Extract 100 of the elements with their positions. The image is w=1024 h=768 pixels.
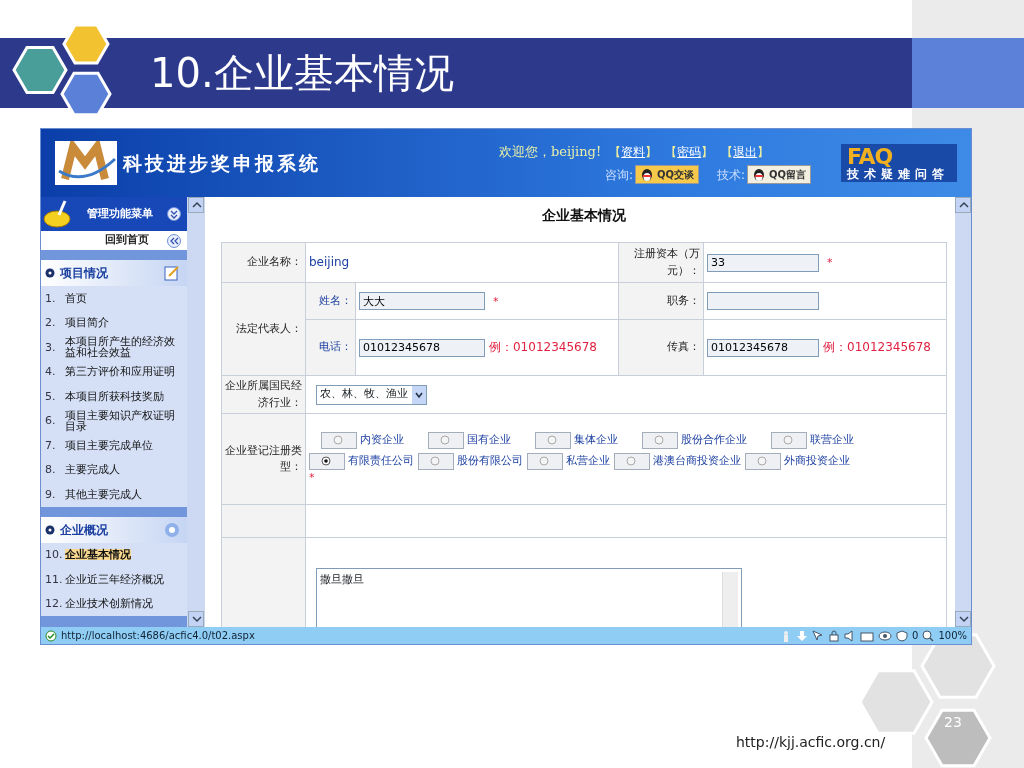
window-icon[interactable] xyxy=(860,629,875,642)
scrollbar[interactable] xyxy=(722,572,738,627)
item-number: 6. xyxy=(45,415,57,427)
header-link[interactable]: 【退出】 xyxy=(721,142,770,161)
item-number: 1. xyxy=(45,292,57,304)
field-label: 职务： xyxy=(667,293,700,307)
field-label: 法定代表人： xyxy=(236,321,302,335)
text-field[interactable]: 01012345678 xyxy=(707,338,819,357)
radio-label: 外商投资企业 xyxy=(784,453,850,469)
scrollbar[interactable] xyxy=(187,197,205,627)
field-label: 企业所属国民经济行业： xyxy=(225,379,302,409)
item-number: 5. xyxy=(45,390,57,402)
radio-button[interactable] xyxy=(440,435,450,446)
radio-button[interactable] xyxy=(321,456,331,467)
shield-icon[interactable] xyxy=(896,629,909,642)
bullet-icon xyxy=(45,268,55,278)
menu-item[interactable]: 企业近三年经济概况 xyxy=(65,573,164,585)
item-number: 7. xyxy=(45,439,57,451)
example-text: 例：01012345678 xyxy=(489,340,597,355)
radio-button[interactable] xyxy=(626,456,636,467)
item-number: 2. xyxy=(45,317,57,329)
slide-number: 23 xyxy=(943,713,963,732)
header-link[interactable]: 【密码】 xyxy=(665,142,714,161)
text-field[interactable]: 01012345678 xyxy=(359,338,485,357)
radio-button[interactable] xyxy=(783,435,793,446)
field-label: 传真： xyxy=(667,340,700,354)
hat-icon xyxy=(43,199,73,229)
text-field[interactable] xyxy=(707,292,819,310)
logo-icon xyxy=(55,141,117,185)
qq-message-button[interactable]: QQ留言 xyxy=(747,165,811,185)
status-url: http://localhost:4686/acfic4.0/t02.aspx xyxy=(61,629,255,643)
consult-label: 咨询: xyxy=(604,166,633,184)
radio-label: 股份有限公司 xyxy=(457,453,523,469)
field-label: 企业登记注册类型： xyxy=(225,443,302,473)
radio-button[interactable] xyxy=(654,435,664,446)
check-icon xyxy=(45,629,57,642)
menu-item[interactable]: 本项目所获科技奖励 xyxy=(65,390,164,402)
section-header[interactable]: 项目情况 xyxy=(41,260,187,286)
menu-item[interactable]: 项目主要知识产权证明目录 xyxy=(65,409,183,432)
menu-item[interactable]: 企业技术创新情况 xyxy=(65,598,153,610)
radio-button[interactable] xyxy=(757,456,767,467)
menu-item[interactable]: 首页 xyxy=(65,292,87,304)
example-text: 例：01012345678 xyxy=(823,340,931,355)
radio-button[interactable] xyxy=(539,456,549,467)
collapse-icon[interactable] xyxy=(167,207,181,221)
radio-label: 私营企业 xyxy=(566,453,610,469)
industry-select[interactable]: 农、林、牧、渔业 xyxy=(316,384,427,405)
radio-button[interactable] xyxy=(333,435,343,446)
menu-item[interactable]: 其他主要完成人 xyxy=(65,488,142,500)
radio-label: 联营企业 xyxy=(810,432,854,448)
header-link[interactable]: 【资料】 xyxy=(609,142,658,161)
menu-item[interactable]: 企业基本情况 xyxy=(65,549,131,561)
radio-label: 内资企业 xyxy=(360,432,404,448)
slide-url: http://kjj.acfic.org.cn/ xyxy=(736,733,886,752)
required-mark: * xyxy=(827,256,833,269)
menu-item[interactable]: 主要完成人 xyxy=(65,464,120,476)
section-header[interactable]: 企业概况 xyxy=(41,516,187,543)
lock-icon[interactable] xyxy=(828,629,841,642)
zoom-level[interactable]: 100% xyxy=(938,628,967,643)
item-number: 4. xyxy=(45,366,57,378)
text-field[interactable]: 大大 xyxy=(359,292,485,310)
home-link[interactable]: 回到首页 xyxy=(105,232,149,249)
required-mark: * xyxy=(309,469,316,486)
radio-label: 集体企业 xyxy=(574,432,618,448)
field-label: 企业名称： xyxy=(247,255,302,269)
text-field[interactable]: 33 xyxy=(707,253,819,272)
faq-banner[interactable]: FAQ 技术疑难问答 xyxy=(841,144,957,182)
gear-icon xyxy=(163,520,181,539)
menu-item[interactable]: 项目简介 xyxy=(65,317,109,329)
menu-item[interactable]: 本项目所产生的经济效益和社会效益 xyxy=(65,336,183,359)
eye-icon[interactable] xyxy=(878,629,893,642)
radio-button[interactable] xyxy=(430,456,440,467)
welcome-text: 欢迎您，beijing! xyxy=(498,142,602,161)
field-label: 姓名： xyxy=(319,293,352,307)
item-number: 9. xyxy=(45,488,57,500)
cursor-icon[interactable] xyxy=(812,629,825,642)
menu-item[interactable]: 第三方评价和应用证明 xyxy=(65,366,175,378)
system-title: 科技进步奖申报系统 xyxy=(123,150,321,176)
radio-label: 有限责任公司 xyxy=(348,453,414,469)
qq-chat-button[interactable]: QQ交谈 xyxy=(634,165,699,185)
radio-button[interactable] xyxy=(547,435,557,446)
item-number: 8. xyxy=(45,464,57,476)
bullet-icon xyxy=(45,524,55,535)
penguin-icon xyxy=(752,167,766,183)
radio-label: 股份合作企业 xyxy=(681,432,747,448)
zoom-icon[interactable] xyxy=(922,629,935,642)
required-mark: * xyxy=(493,294,499,308)
field-label: 电话： xyxy=(319,340,352,354)
scrollbar[interactable] xyxy=(955,197,971,627)
radio-label: 国有企业 xyxy=(467,432,511,448)
form-title: 企业基本情况 xyxy=(542,206,626,225)
penguin-icon xyxy=(639,167,654,183)
privacy-count: 0 xyxy=(912,629,919,643)
field-label: 注册资本（万元）： xyxy=(634,247,700,277)
company-name: beijing xyxy=(309,255,350,270)
menu-item[interactable]: 项目主要完成单位 xyxy=(65,439,153,451)
item-number: 3. xyxy=(45,341,57,353)
menu-title: 管理功能菜单 xyxy=(86,205,154,222)
collapse-icon[interactable] xyxy=(167,233,181,248)
slide-title: 10.企业基本情况 xyxy=(150,49,454,98)
